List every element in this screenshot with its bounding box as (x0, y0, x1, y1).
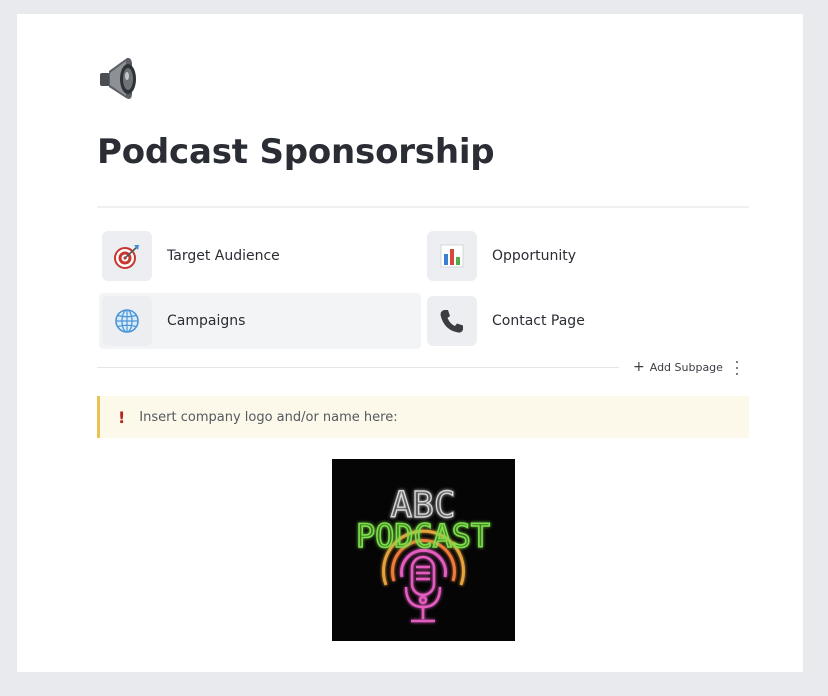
callout-text[interactable]: Insert company logo and/or name here: (139, 410, 397, 425)
subpage-contact-page[interactable]: Contact Page (424, 293, 749, 349)
page: Podcast Sponsorship Target Audience Oppo… (17, 14, 803, 672)
add-subpage-label: Add Subpage (649, 360, 723, 374)
page-title: Podcast Sponsorship (97, 132, 495, 172)
divider (97, 367, 619, 368)
subpage-opportunity[interactable]: Opportunity (424, 228, 749, 284)
subpage-label: Contact Page (492, 313, 585, 329)
exclamation-icon: ! (118, 407, 126, 427)
more-options-icon[interactable] (734, 361, 740, 375)
subpage-label: Campaigns (167, 313, 246, 329)
phone-icon (427, 296, 477, 346)
subpage-label: Opportunity (492, 248, 577, 264)
target-icon (102, 231, 152, 281)
add-subpage-button[interactable]: + Add Subpage (633, 360, 723, 374)
bar-chart-icon (427, 231, 477, 281)
subpage-target-audience[interactable]: Target Audience (99, 228, 421, 284)
speaker-icon[interactable] (97, 53, 145, 101)
globe-icon (102, 296, 152, 346)
callout: ! Insert company logo and/or name here: (97, 396, 749, 438)
logo-text-line2: PODCAST (356, 517, 490, 555)
subpage-label: Target Audience (167, 248, 280, 264)
plus-icon: + (633, 359, 645, 375)
podcast-logo-image: ABC PODCAST (332, 459, 515, 641)
subpage-campaigns[interactable]: Campaigns (99, 293, 421, 349)
divider (97, 206, 749, 208)
